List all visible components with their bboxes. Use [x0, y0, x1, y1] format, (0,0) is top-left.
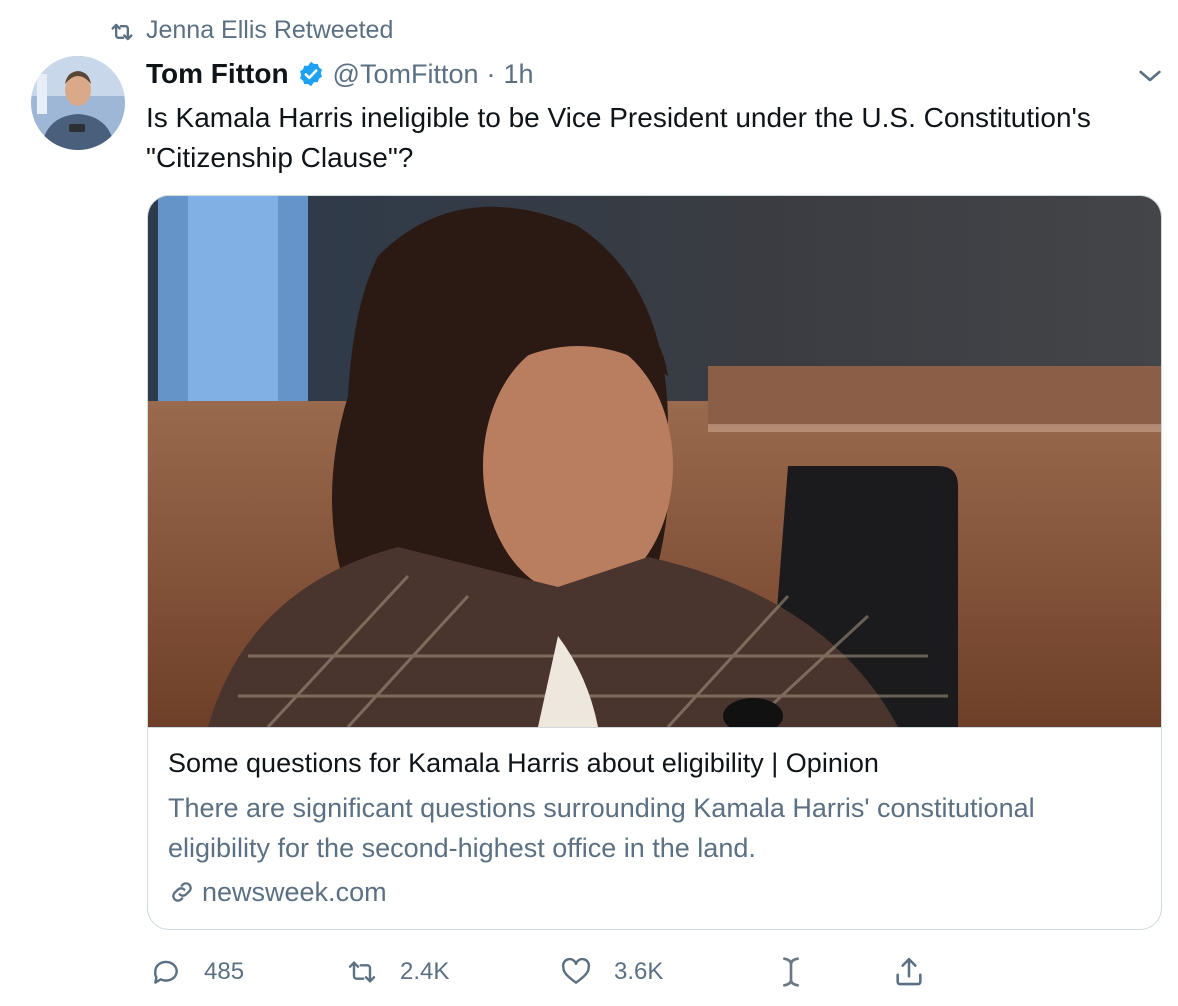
link-card[interactable]: Some questions for Kamala Harris about e…	[147, 195, 1162, 930]
retweet-button[interactable]: 2.4K	[346, 952, 449, 992]
retweet-count: 2.4K	[400, 958, 450, 985]
reply-count: 485	[204, 958, 245, 985]
heart-icon	[561, 957, 591, 984]
chevron-down-icon[interactable]	[1134, 60, 1166, 92]
author-display-name[interactable]: Tom Fitton	[146, 58, 289, 90]
reply-icon	[153, 960, 178, 984]
like-count: 3.6K	[614, 958, 664, 985]
timestamp[interactable]: 1h	[504, 59, 534, 90]
card-image	[148, 196, 1161, 727]
author-handle[interactable]: @TomFitton	[333, 59, 479, 90]
card-domain-text: newsweek.com	[202, 876, 387, 907]
card-title[interactable]: Some questions for Kamala Harris about e…	[168, 748, 879, 779]
tweet-text: Is Kamala Harris ineligible to be Vice P…	[146, 102, 1091, 173]
reply-button[interactable]: 485	[150, 952, 244, 992]
text-cursor-icon	[782, 957, 799, 987]
card-body: Some questions for Kamala Harris about e…	[148, 727, 1161, 929]
retweet-icon	[348, 961, 376, 983]
card-domain: newsweek.com	[168, 874, 387, 910]
retweet-icon	[111, 23, 133, 41]
share-icon[interactable]	[892, 954, 926, 990]
verified-badge-icon	[299, 61, 322, 87]
avatar[interactable]	[31, 56, 125, 150]
like-button[interactable]: 3.6K	[560, 952, 663, 992]
retweet-context	[108, 14, 136, 50]
retweet-context-text[interactable]: Jenna Ellis Retweeted	[146, 16, 393, 45]
separator-dot: ·	[486, 58, 496, 89]
link-icon	[172, 882, 192, 902]
tweet-header: Tom Fitton @TomFitton · 1h	[146, 56, 534, 92]
card-description: There are significant questions surround…	[168, 793, 1035, 863]
